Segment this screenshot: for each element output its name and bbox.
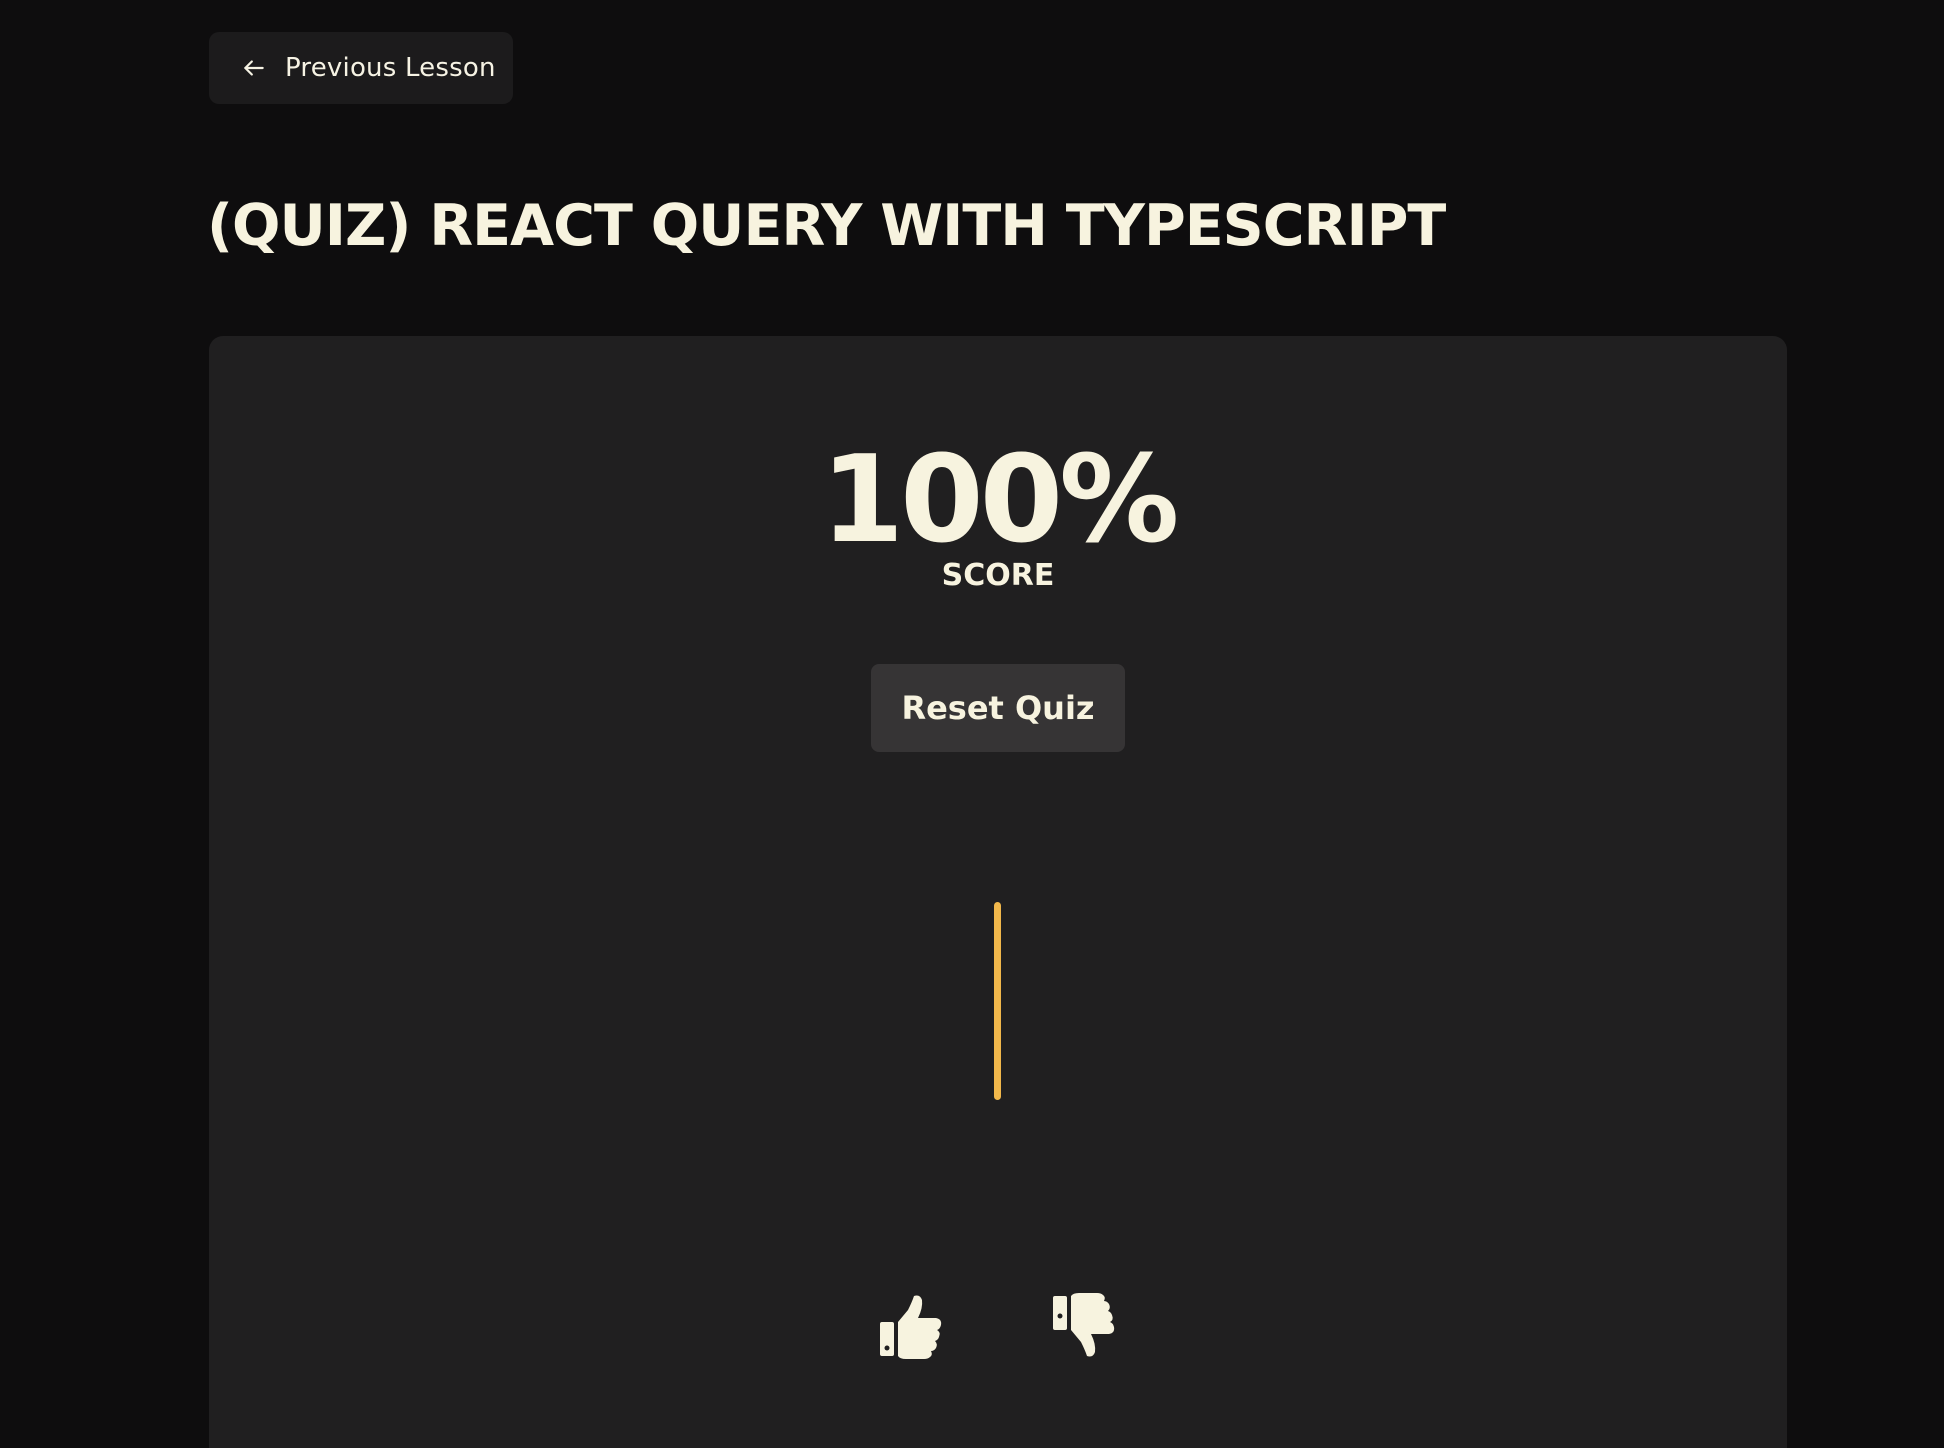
score-label: SCORE [941,558,1055,593]
previous-lesson-button[interactable]: Previous Lesson [209,32,513,104]
thumbs-up-button[interactable] [878,1292,944,1362]
page-title: (QUIZ) REACT QUERY WITH TYPESCRIPT [207,193,1446,259]
previous-lesson-label: Previous Lesson [285,53,496,83]
thumbs-down-icon [1053,1293,1115,1357]
score-value: 100% [820,431,1180,570]
thumbs-up-icon [880,1295,942,1359]
lesson-page: Previous Lesson (QUIZ) REACT QUERY WITH … [0,0,1944,1448]
quiz-result-card: 100% SCORE Reset Quiz [209,336,1787,1448]
thumbs-down-button[interactable] [1051,1292,1117,1362]
progress-indicator [994,902,1001,1100]
reset-quiz-button[interactable]: Reset Quiz [871,664,1125,752]
arrow-left-icon [244,60,264,76]
